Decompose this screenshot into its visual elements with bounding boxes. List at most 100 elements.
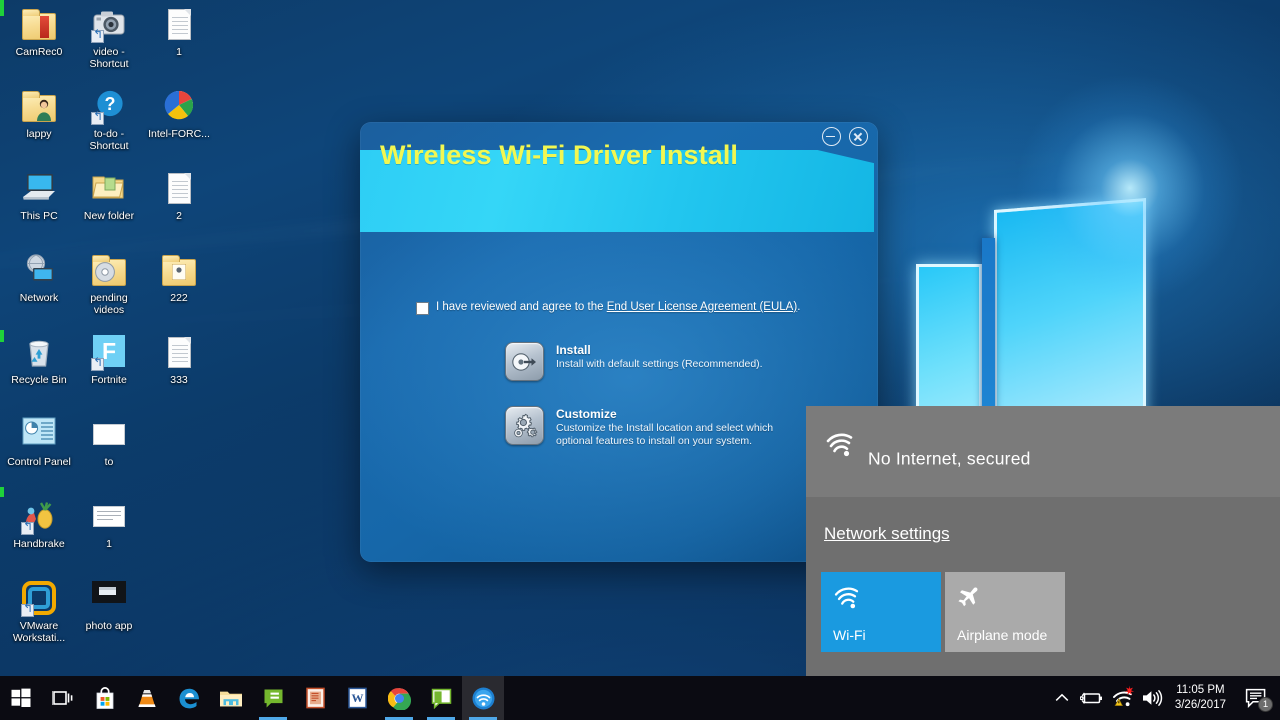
- vlc-cone-icon: [138, 689, 156, 707]
- network-connection-item[interactable]: No Internet, secured: [806, 406, 1280, 497]
- network-flyout-panel[interactable]: No Internet, secured Network settings Wi…: [806, 406, 1280, 677]
- desktop-icon-fortnite[interactable]: F Fortnite: [74, 332, 144, 414]
- camtasia-green-icon: [264, 689, 282, 707]
- airplane-mode-quick-tile[interactable]: Airplane mode: [945, 572, 1065, 652]
- desktop-icon-grid: CamRec0 video - Shortcut 1 lappy ? to-do …: [4, 4, 214, 660]
- folder-note-icon: [161, 253, 197, 289]
- desktop-icon-vmware-workstati[interactable]: VMware Workstati...: [4, 578, 74, 660]
- desktop-icon-label: 333: [170, 374, 188, 386]
- document-icon: [161, 335, 197, 371]
- network-settings-link[interactable]: Network settings: [824, 524, 950, 544]
- wifi-warning-icon: [1112, 685, 1134, 707]
- desktop-icon-to[interactable]: to: [74, 414, 144, 496]
- disc-arrow-icon[interactable]: [505, 342, 544, 381]
- eula-checkbox[interactable]: [416, 302, 429, 315]
- desktop-icon-1[interactable]: 1: [74, 496, 144, 578]
- wifi-quick-tile[interactable]: Wi-Fi: [821, 572, 941, 652]
- eula-link[interactable]: End User License Agreement (EULA): [607, 301, 797, 313]
- action-center-badge: 1: [1258, 697, 1273, 712]
- install-option-description: Install with default settings (Recommend…: [556, 358, 763, 370]
- folder-open-icon: [91, 171, 127, 207]
- desktop-icon-camrec0[interactable]: CamRec0: [4, 4, 74, 86]
- show-hidden-icons-button[interactable]: [1047, 676, 1077, 720]
- desktop-icon-intel-forc[interactable]: Intel-FORC...: [144, 86, 214, 168]
- desktop-icon-label: Recycle Bin: [11, 374, 67, 386]
- desktop-icon-222[interactable]: 222: [144, 250, 214, 332]
- wifi-icon: [833, 586, 863, 612]
- powerpoint-button[interactable]: [294, 676, 336, 720]
- this-pc-icon: [21, 171, 57, 207]
- intel-ball-icon: [161, 89, 197, 125]
- desktop-icon-new-folder[interactable]: New folder: [74, 168, 144, 250]
- customize-option-description: Customize the Install location and selec…: [556, 422, 774, 447]
- wifi-installer-taskbar-button[interactable]: [462, 676, 504, 720]
- desktop-icon-lappy[interactable]: lappy: [4, 86, 74, 168]
- disc-arrow-glyph: [511, 352, 536, 371]
- help-question-icon: ?: [91, 89, 127, 125]
- desktop-icon-photo-app[interactable]: photo app: [74, 578, 144, 660]
- desktop-icon-this-pc[interactable]: This PC: [4, 168, 74, 250]
- shortcut-arrow-icon: [91, 358, 104, 371]
- customize-option[interactable]: Customize Customize the Install location…: [505, 406, 788, 447]
- network-tray-icon[interactable]: [1107, 676, 1137, 720]
- desktop-icon-label: 2: [176, 210, 182, 222]
- task-view-button[interactable]: [42, 676, 84, 720]
- camtasia-studio-button[interactable]: [252, 676, 294, 720]
- desktop-icon-recycle-bin[interactable]: Recycle Bin: [4, 332, 74, 414]
- spacer-icon: [161, 417, 197, 453]
- wifi-tile-label: Wi-Fi: [833, 627, 866, 643]
- desktop-icon-1[interactable]: 1: [144, 4, 214, 86]
- desktop-icon-control-panel[interactable]: Control Panel: [4, 414, 74, 496]
- microsoft-store-button[interactable]: [84, 676, 126, 720]
- eula-text-before: I have reviewed and agree to the: [436, 301, 607, 313]
- close-button[interactable]: [849, 127, 868, 146]
- eula-agreement-row[interactable]: I have reviewed and agree to the End Use…: [416, 300, 800, 315]
- shortcut-arrow-icon: [91, 112, 104, 125]
- svg-text:F: F: [102, 338, 116, 364]
- desktop-icon-label: lappy: [26, 128, 52, 140]
- folder-icon: [220, 691, 242, 707]
- desktop-icon-label: 222: [170, 292, 188, 304]
- shortcut-arrow-icon: [91, 30, 104, 43]
- desktop-icon-network[interactable]: Network: [4, 250, 74, 332]
- minimize-button[interactable]: [822, 127, 841, 146]
- wifi-driver-installer-window[interactable]: Wireless Wi-Fi Driver Install I have rev…: [360, 122, 878, 562]
- gears-icon[interactable]: [505, 406, 544, 445]
- desktop-icon-2[interactable]: 2: [144, 168, 214, 250]
- desktop-icon-label: video - Shortcut: [89, 46, 129, 70]
- install-option[interactable]: Install Install with default settings (R…: [505, 342, 763, 381]
- action-center-button[interactable]: 1: [1236, 676, 1276, 720]
- file-explorer-button[interactable]: [210, 676, 252, 720]
- volume-icon[interactable]: [1137, 676, 1167, 720]
- taskbar-items: W: [0, 676, 504, 720]
- word-button[interactable]: W: [336, 676, 378, 720]
- desktop-icon-label: to: [104, 456, 114, 468]
- desktop-icon-video-shortcut[interactable]: video - Shortcut: [74, 4, 144, 86]
- desktop-icon-label: to-do - Shortcut: [89, 128, 129, 152]
- battery-icon[interactable]: [1077, 676, 1107, 720]
- desktop-icon-to-do-shortcut[interactable]: ? to-do - Shortcut: [74, 86, 144, 168]
- edge-button[interactable]: [168, 676, 210, 720]
- chrome-button[interactable]: [378, 676, 420, 720]
- desktop-icon-label: 1: [106, 538, 112, 550]
- install-option-title[interactable]: Install: [556, 343, 763, 358]
- camtasia-recorder-button[interactable]: [420, 676, 462, 720]
- folder-person-icon: [21, 89, 57, 125]
- camtasia-green-icon: [431, 688, 451, 709]
- desktop-icon-pending-videos[interactable]: pending videos: [74, 250, 144, 332]
- customize-option-title[interactable]: Customize: [556, 407, 788, 422]
- battery-charging-icon: [1079, 692, 1102, 704]
- clock-time: 11:05 PM: [1176, 684, 1225, 696]
- chevron-up-icon: [1055, 693, 1069, 701]
- desktop-icon-handbrake[interactable]: Handbrake: [4, 496, 74, 578]
- clock[interactable]: 11:05 PM 3/26/2017: [1167, 683, 1236, 713]
- start-button[interactable]: [0, 676, 42, 720]
- spacer-icon: [161, 499, 197, 535]
- desktop-icon-spacer: [144, 414, 214, 496]
- desktop-icon-label: photo app: [85, 620, 133, 632]
- vlc-button[interactable]: [126, 676, 168, 720]
- fortnite-icon: F: [91, 335, 127, 371]
- handbrake-pineapple-icon: [21, 499, 57, 535]
- taskbar[interactable]: W 11:05 PM 3/26/2017 1: [0, 676, 1280, 720]
- desktop-icon-333[interactable]: 333: [144, 332, 214, 414]
